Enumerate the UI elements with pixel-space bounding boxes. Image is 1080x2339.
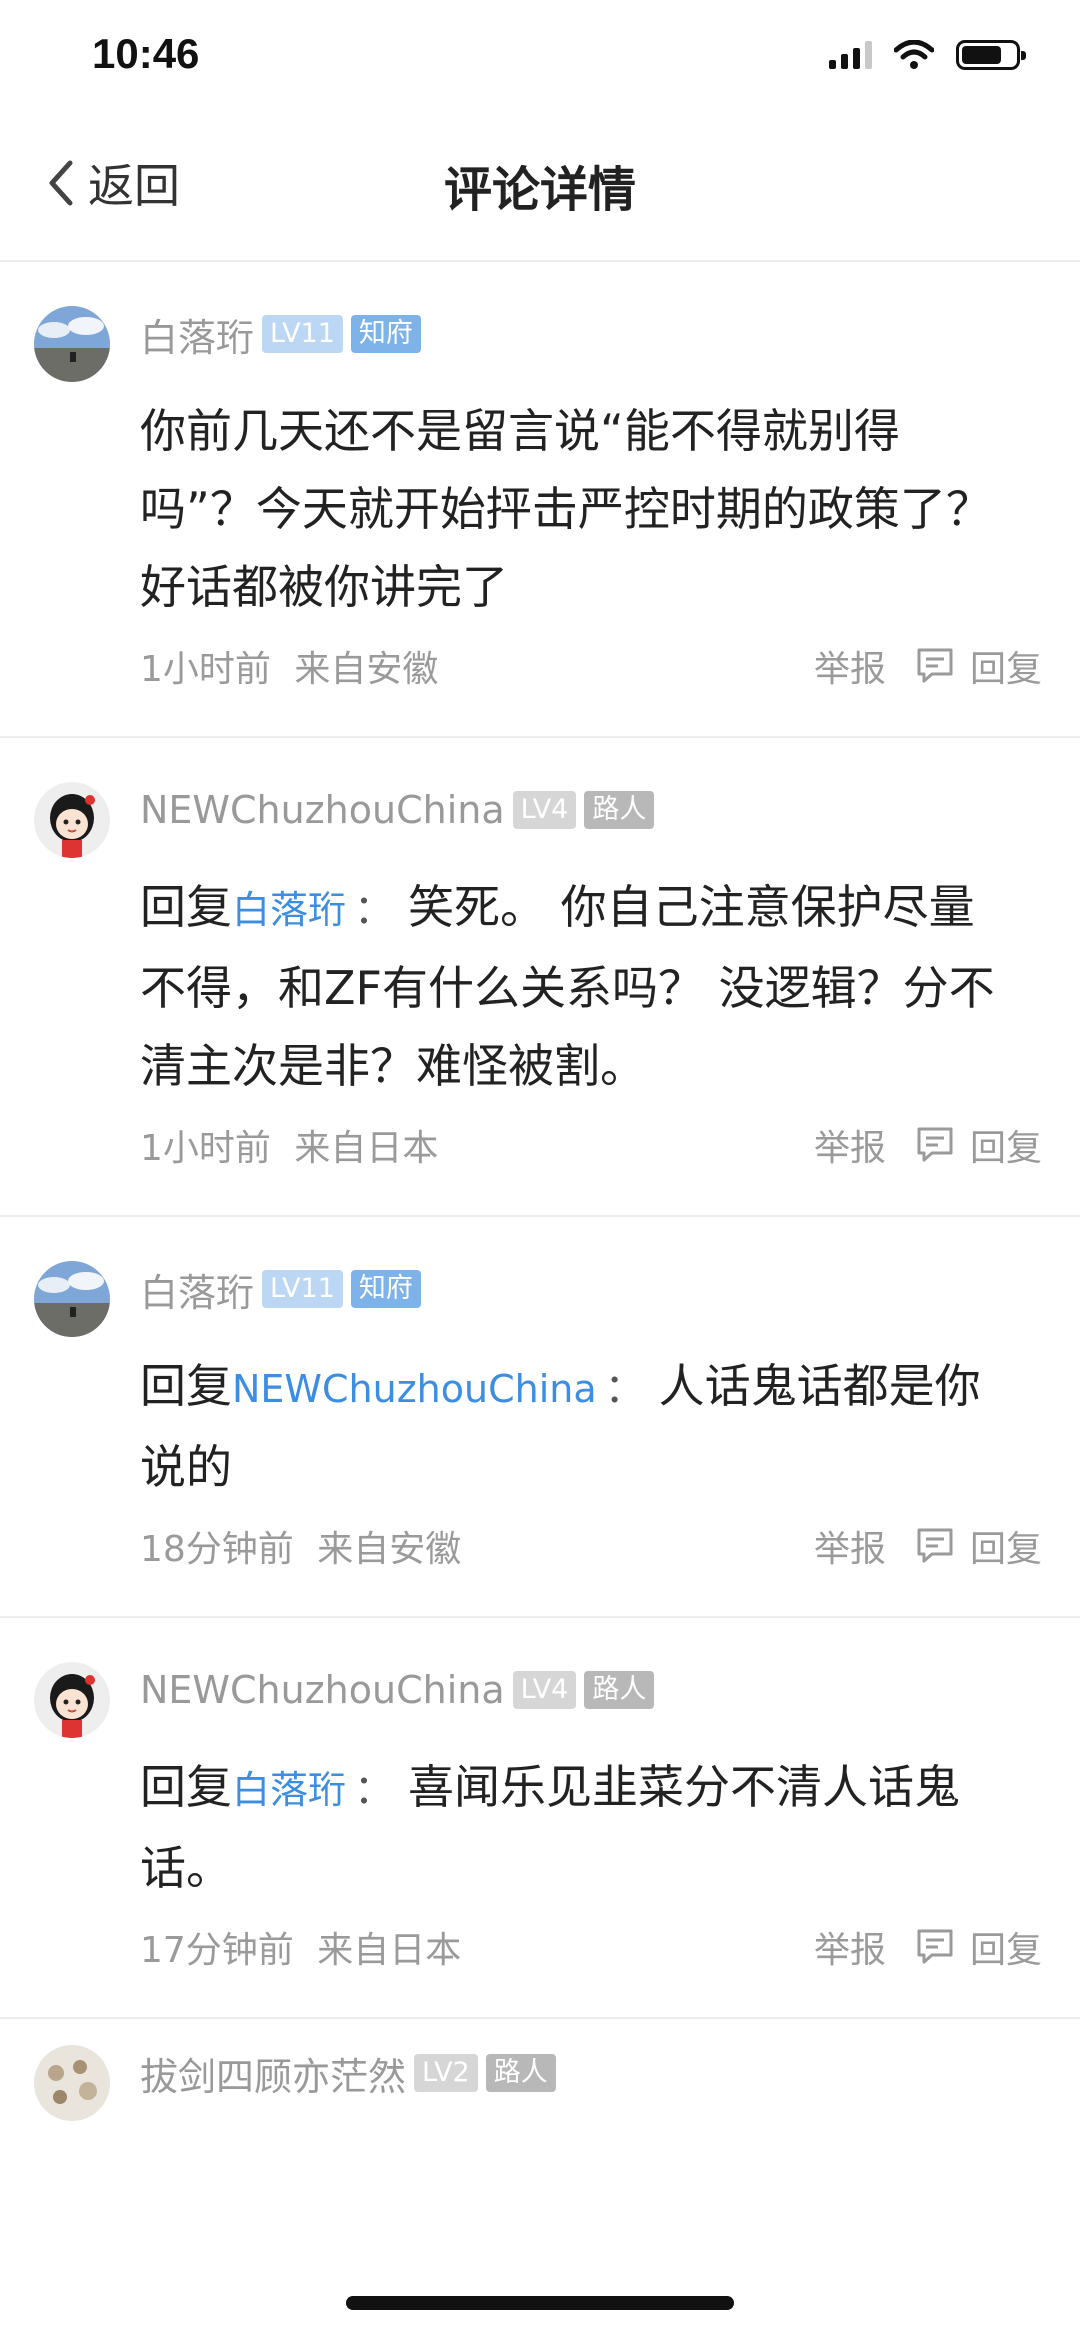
reply-button[interactable]: 回复: [914, 1921, 1042, 1973]
comment-meta: 1小时前 来自日本 举报 回复: [140, 1115, 1042, 1175]
status-time: 10:46: [92, 30, 200, 77]
rank-badge: 路人: [584, 1671, 655, 1709]
comment-meta: 1小时前 来自安徽 举报 回复: [140, 636, 1042, 696]
status-icons: [829, 40, 1026, 70]
rank-badge: 路人: [584, 791, 655, 829]
comment-item: 白落珩 LV11 知府 回复NEWChuzhouChina：人话鬼话都是你说的 …: [0, 1217, 1080, 1618]
comment-time: 17分钟前: [140, 1930, 294, 1971]
reply-prefix: 回复: [140, 880, 232, 934]
comment-bubble-icon: [917, 1127, 953, 1162]
reply-label: 回复: [969, 1930, 1042, 1971]
reply-prefix: 回复: [140, 1760, 232, 1814]
report-button[interactable]: 举报: [814, 1119, 886, 1171]
cellular-signal-icon: [829, 41, 872, 69]
comment-header: 拔剑四顾亦茫然 LV2 路人: [140, 2045, 1040, 2101]
avatar[interactable]: [34, 1662, 110, 1738]
username[interactable]: 白落珩: [140, 307, 254, 362]
nav-bar: 返回 评论详情: [0, 120, 1080, 262]
avatar[interactable]: [34, 1261, 110, 1337]
comment-item: NEWChuzhouChina LV4 路人 回复白落珩：喜闻乐见韭菜分不清人话…: [0, 1618, 1080, 2019]
avatar[interactable]: [34, 306, 110, 382]
reply-label: 回复: [969, 1128, 1042, 1169]
reply-button[interactable]: 回复: [914, 1119, 1042, 1171]
report-button[interactable]: 举报: [814, 1520, 886, 1572]
mention-separator: ：: [354, 887, 395, 933]
report-button[interactable]: 举报: [814, 640, 886, 692]
comment-header: 白落珩 LV11 知府: [140, 1261, 1040, 1317]
wifi-icon: [894, 40, 934, 69]
level-badge: LV11: [262, 315, 343, 353]
comment-location: 来自安徽: [317, 1529, 462, 1570]
bottom-safe-area: [0, 2240, 1080, 2339]
comment-location: 来自日本: [294, 1128, 439, 1169]
avatar[interactable]: [34, 782, 110, 858]
comment-item: 白落珩 LV11 知府 你前几天还不是留言说“能不得就别得吗”？今天就开始抨击严…: [0, 262, 1080, 738]
reply-prefix: 回复: [140, 1359, 232, 1413]
username[interactable]: NEWChuzhouChina: [140, 788, 505, 832]
level-badge: LV2: [414, 2054, 478, 2092]
mention-separator: ：: [604, 1366, 645, 1412]
comment-time: 1小时前: [140, 1128, 271, 1169]
comment-text: 回复白落珩：喜闻乐见韭菜分不清人话鬼话。: [140, 1748, 1040, 1907]
reply-button[interactable]: 回复: [914, 640, 1042, 692]
comment-meta: 18分钟前 来自安徽 举报 回复: [140, 1516, 1042, 1576]
comment-header: NEWChuzhouChina LV4 路人: [140, 1662, 1040, 1718]
status-bar: 10:46: [0, 0, 1080, 120]
comment-bubble-icon: [917, 648, 953, 683]
report-button[interactable]: 举报: [814, 1921, 886, 1973]
comment-bubble-icon: [917, 1528, 953, 1563]
mention-link[interactable]: NEWChuzhouChina: [232, 1367, 597, 1411]
comment-meta: 17分钟前 来自日本 举报 回复: [140, 1917, 1042, 1977]
comment-text: 你前几天还不是留言说“能不得就别得吗”？今天就开始抨击严控时期的政策了？好话都被…: [140, 404, 992, 614]
comment-header: NEWChuzhouChina LV4 路人: [140, 782, 1040, 838]
comment-text: 回复NEWChuzhouChina：人话鬼话都是你说的: [140, 1347, 1040, 1506]
username[interactable]: 白落珩: [140, 1262, 254, 1317]
reply-label: 回复: [969, 649, 1042, 690]
page-title: 评论详情: [443, 162, 636, 218]
comment-time: 18分钟前: [140, 1529, 294, 1570]
mention-link[interactable]: 白落珩: [232, 1768, 346, 1812]
rank-badge: 知府: [350, 1270, 421, 1308]
comment-list: 白落珩 LV11 知府 你前几天还不是留言说“能不得就别得吗”？今天就开始抨击严…: [0, 262, 1080, 2129]
comment-item: 拔剑四顾亦茫然 LV2 路人: [0, 2019, 1080, 2129]
home-indicator[interactable]: [346, 2296, 734, 2310]
comment-text: 回复白落珩：笑死。 你自己注意保护尽量不得，和ZF有什么关系吗？ 没逻辑？分不清…: [140, 868, 1040, 1105]
level-badge: LV4: [512, 791, 577, 829]
mention-separator: ：: [354, 1767, 395, 1813]
rank-badge: 知府: [350, 315, 421, 353]
level-badge: LV4: [512, 1671, 577, 1709]
reply-button[interactable]: 回复: [914, 1520, 1042, 1572]
username[interactable]: NEWChuzhouChina: [140, 1668, 505, 1712]
comment-header: 白落珩 LV11 知府: [140, 306, 1040, 362]
comment-location: 来自日本: [317, 1930, 462, 1971]
username[interactable]: 拔剑四顾亦茫然: [140, 2046, 406, 2101]
battery-icon: [956, 40, 1026, 70]
reply-label: 回复: [969, 1529, 1042, 1570]
avatar[interactable]: [34, 2045, 110, 2121]
comment-time: 1小时前: [140, 649, 271, 690]
comment-location: 来自安徽: [294, 649, 439, 690]
level-badge: LV11: [262, 1270, 343, 1308]
rank-badge: 路人: [485, 2054, 556, 2092]
mention-link[interactable]: 白落珩: [232, 888, 346, 932]
comment-bubble-icon: [917, 1929, 953, 1964]
comment-item: NEWChuzhouChina LV4 路人 回复白落珩：笑死。 你自己注意保护…: [0, 738, 1080, 1217]
